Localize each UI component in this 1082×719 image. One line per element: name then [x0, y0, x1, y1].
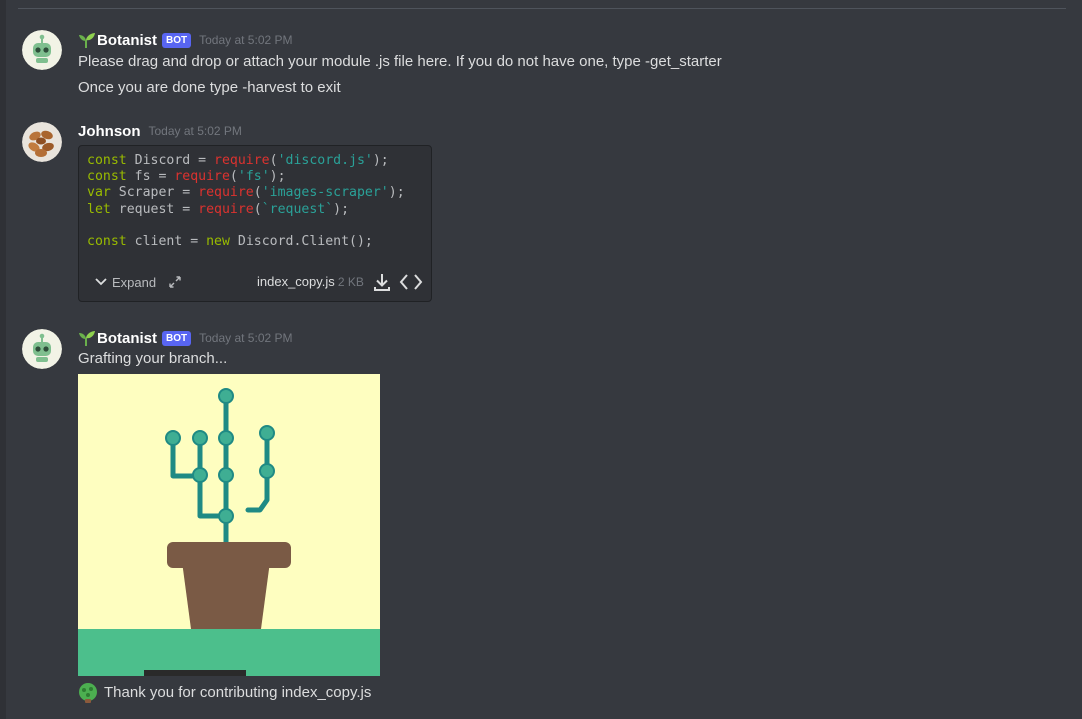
- message-line: Once you are done type -harvest to exit: [78, 79, 341, 96]
- code-line-4: let request = require(`request`);: [87, 201, 350, 217]
- sprout-icon: [79, 33, 95, 48]
- code-line-3: var Scraper = require('images-scraper');: [87, 185, 405, 201]
- timestamp: Today at 5:02 PM: [148, 124, 242, 138]
- download-icon[interactable]: [373, 272, 391, 292]
- thank-you-text: Thank you for contributing index_copy.js: [104, 684, 372, 701]
- expand-label: Expand: [112, 274, 157, 290]
- bot-badge: BOT: [162, 32, 192, 48]
- author-name[interactable]: Botanist: [97, 32, 157, 49]
- message-line: Grafting your branch...: [78, 350, 228, 367]
- johnson-avatar[interactable]: [22, 122, 62, 162]
- code-footer: Expand index_copy.js 2 KB: [79, 263, 431, 301]
- author-name[interactable]: Johnson: [78, 123, 141, 140]
- left-strip: [0, 0, 6, 719]
- code-line-1: const Discord = require('discord.js');: [87, 153, 389, 168]
- message-botanist-2: Botanist BOT Today at 5:02 PM Grafting y…: [78, 327, 293, 369]
- message-johnson: Johnson Today at 5:02 PM: [78, 120, 242, 142]
- file-size: 2 KB: [337, 275, 364, 289]
- code-line-6: const client = new Discord.Client();: [87, 234, 373, 250]
- branch-image[interactable]: [78, 374, 380, 676]
- bot-badge: BOT: [162, 330, 192, 346]
- file-name[interactable]: index_copy.js: [257, 274, 335, 289]
- tree-icon: [79, 683, 97, 703]
- timestamp: Today at 5:02 PM: [199, 331, 293, 345]
- message-botanist-1: Botanist BOT Today at 5:02 PM Please dra…: [78, 29, 722, 98]
- author-name[interactable]: Botanist: [97, 330, 157, 347]
- code-attachment: const Discord = require('discord.js'); c…: [78, 145, 432, 302]
- top-divider: [18, 8, 1066, 9]
- expand-button[interactable]: Expand: [95, 275, 187, 290]
- timestamp: Today at 5:02 PM: [199, 33, 293, 47]
- file-name-block[interactable]: index_copy.js 2 KB: [257, 274, 364, 289]
- botanist-avatar[interactable]: [22, 30, 62, 70]
- code-line-2: const fs = require('fs');: [87, 169, 286, 185]
- sprout-icon: [79, 331, 95, 346]
- chevron-down-icon: [95, 278, 107, 286]
- code-content: const Discord = require('discord.js'); c…: [87, 153, 405, 250]
- thank-you-line: Thank you for contributing index_copy.js: [78, 683, 371, 703]
- expand-arrows-icon[interactable]: [168, 275, 182, 289]
- botanist-avatar[interactable]: [22, 329, 62, 369]
- view-source-icon[interactable]: [399, 273, 423, 291]
- message-line: Please drag and drop or attach your modu…: [78, 53, 722, 70]
